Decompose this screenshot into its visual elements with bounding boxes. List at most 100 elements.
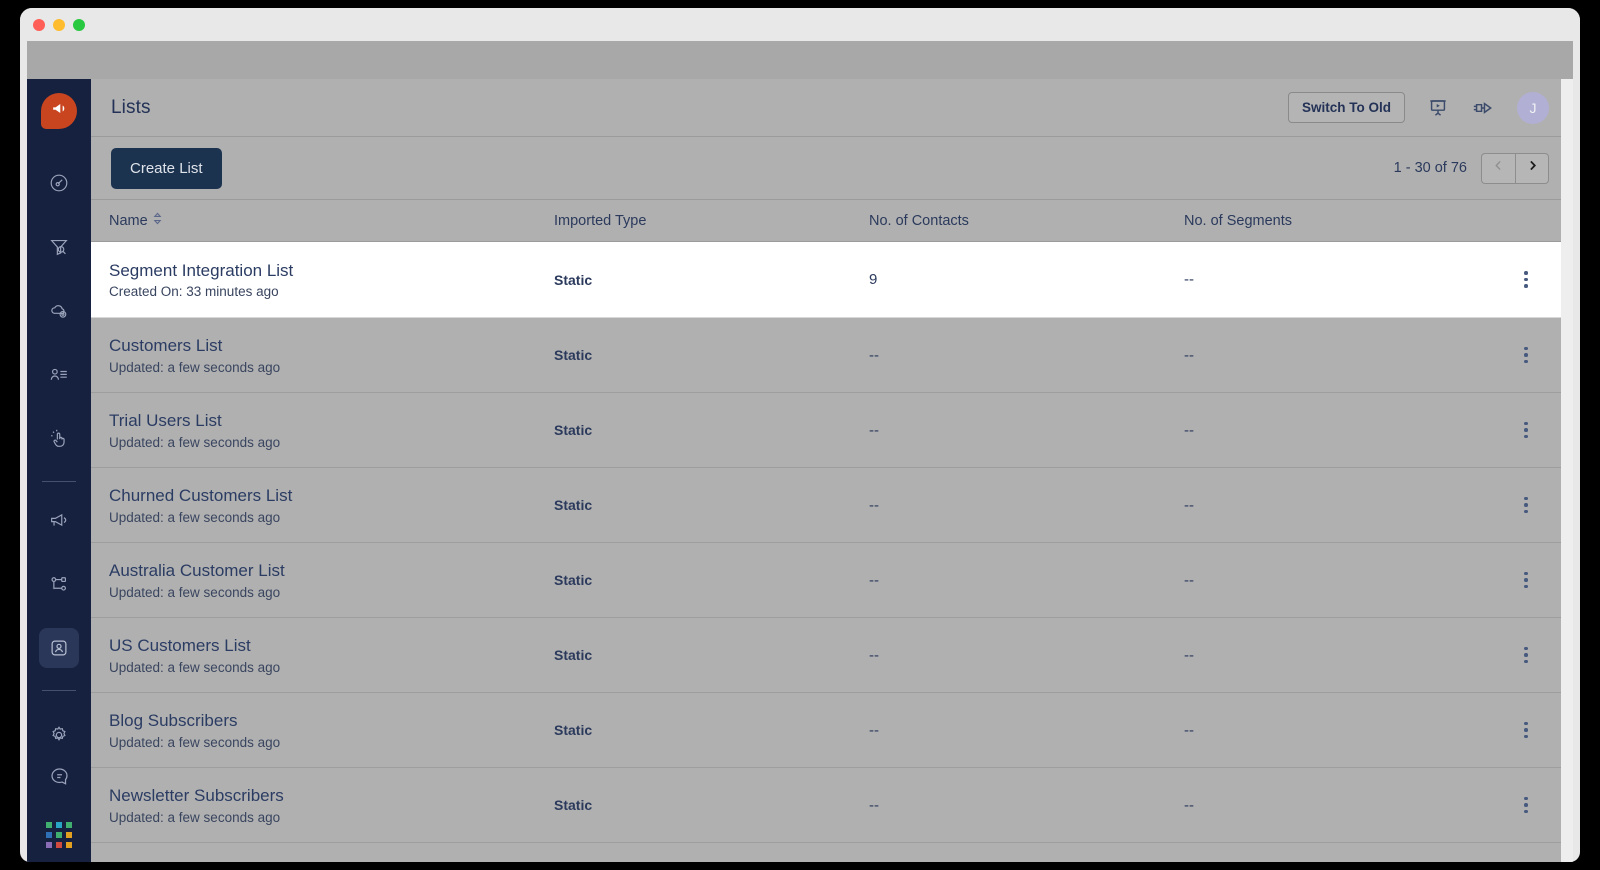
cell-actions: [1503, 791, 1549, 820]
create-list-button[interactable]: Create List: [111, 147, 222, 189]
kebab-menu-icon[interactable]: [1516, 641, 1536, 670]
list-meta: Updated: a few seconds ago: [109, 509, 281, 525]
funnel-search-icon: [48, 236, 70, 258]
sidebar-bottom-group: [27, 744, 91, 854]
cell-no-of-segments: --: [1184, 571, 1194, 589]
list-meta: Updated: a few seconds ago: [109, 809, 281, 825]
list-name: US Customers List: [109, 636, 251, 656]
sidebar-item-support-chat[interactable]: [39, 756, 79, 796]
cell-no-of-segments: --: [1184, 796, 1194, 814]
switch-to-old-button[interactable]: Switch To Old: [1288, 92, 1405, 123]
sidebar-item-audience[interactable]: [39, 628, 79, 668]
table-row[interactable]: Blog Subscribers Updated: a few seconds a…: [91, 693, 1573, 768]
sidebar-item-funnels[interactable]: [39, 227, 79, 267]
cell-imported-type: Static: [554, 347, 593, 363]
cell-actions: [1503, 641, 1549, 670]
sidebar-divider-2: [42, 690, 76, 691]
cell-name[interactable]: Blog Subscribers Updated: a few seconds a…: [109, 710, 554, 749]
sidebar-item-integrations[interactable]: [39, 291, 79, 331]
kebab-menu-icon[interactable]: [1516, 491, 1536, 520]
column-header-no-of-segments: No. of Segments: [1184, 212, 1292, 229]
list-name: Newsletter Subscribers: [109, 786, 284, 806]
sidebar-item-contacts-feed[interactable]: [39, 355, 79, 395]
kebab-menu-icon[interactable]: [1516, 341, 1536, 370]
cell-no-of-segments: --: [1184, 421, 1194, 439]
table-row[interactable]: Customers List Updated: a few seconds ago…: [91, 318, 1573, 393]
cell-no-of-segments: --: [1184, 721, 1194, 739]
list-name: Blog Subscribers: [109, 711, 238, 731]
cell-name[interactable]: Newsletter Subscribers Updated: a few sec…: [109, 785, 554, 824]
list-meta: Updated: a few seconds ago: [109, 734, 281, 750]
table-row[interactable]: Trial Users List Updated: a few seconds a…: [91, 393, 1573, 468]
cloud-gear-icon: [48, 300, 70, 322]
maximize-window-button[interactable]: [73, 18, 85, 31]
vertical-scrollbar[interactable]: [1561, 79, 1573, 862]
table-row[interactable]: US Customers List Updated: a few seconds …: [91, 618, 1573, 693]
list-meta: Updated: a few seconds ago: [109, 359, 281, 375]
presentation-screen-icon[interactable]: [1427, 97, 1449, 119]
cell-name[interactable]: Churned Customers List Updated: a few sec…: [109, 485, 554, 524]
sidebar-item-dashboard[interactable]: [39, 163, 79, 203]
cell-no-of-segments: --: [1184, 646, 1194, 664]
minimize-window-button[interactable]: [53, 18, 65, 31]
header-actions: Switch To Old J: [1288, 91, 1549, 124]
brand-logo[interactable]: [41, 93, 77, 129]
pagination-next-button[interactable]: [1515, 152, 1549, 184]
pagination-label: 1 - 30 of 76: [1393, 160, 1467, 176]
kebab-menu-icon[interactable]: [1516, 265, 1536, 294]
table-row[interactable]: Australia Customer List Updated: a few se…: [91, 543, 1573, 618]
cell-name[interactable]: Trial Users List Updated: a few seconds a…: [109, 410, 554, 449]
megaphone-brand-icon: [50, 99, 69, 123]
click-hand-icon: [48, 428, 70, 450]
gear-icon: [48, 724, 70, 746]
cell-actions: [1503, 716, 1549, 745]
table-row[interactable]: Segment Integration List Created On: 33 m…: [91, 242, 1573, 318]
pagination-prev-button[interactable]: [1481, 152, 1515, 184]
left-sidebar: [27, 79, 91, 862]
cell-no-of-contacts: --: [869, 721, 879, 739]
cell-no-of-contacts: --: [869, 421, 879, 439]
chevron-left-icon: [1492, 159, 1505, 177]
sidebar-item-journeys[interactable]: [39, 564, 79, 604]
cell-imported-type: Static: [554, 647, 593, 663]
column-header-name[interactable]: Name: [109, 212, 554, 229]
sidebar-item-events[interactable]: [39, 419, 79, 459]
kebab-menu-icon[interactable]: [1516, 791, 1536, 820]
cell-no-of-contacts: 9: [869, 271, 878, 288]
cell-actions: [1503, 566, 1549, 595]
cell-imported-type: Static: [554, 271, 593, 288]
table-row[interactable]: Newsletter Subscribers Updated: a few sec…: [91, 768, 1573, 843]
cell-name[interactable]: Customers List Updated: a few seconds ago: [109, 335, 554, 374]
cell-actions: [1503, 341, 1549, 370]
list-name: Trial Users List: [109, 411, 222, 431]
page-title: Lists: [111, 96, 151, 118]
cell-name[interactable]: US Customers List Updated: a few seconds …: [109, 635, 554, 674]
table-body: Segment Integration List Created On: 33 m…: [91, 242, 1573, 843]
cell-no-of-contacts: --: [869, 571, 879, 589]
pagination: 1 - 30 of 76: [1393, 152, 1549, 184]
cell-no-of-segments: --: [1184, 496, 1194, 514]
cell-name[interactable]: Segment Integration List Created On: 33 m…: [109, 260, 554, 299]
list-meta: Updated: a few seconds ago: [109, 584, 281, 600]
cell-imported-type: Static: [554, 722, 593, 738]
cell-no-of-contacts: --: [869, 346, 879, 364]
kebab-menu-icon[interactable]: [1516, 416, 1536, 445]
plug-icon[interactable]: [1471, 97, 1495, 119]
kebab-menu-icon[interactable]: [1516, 716, 1536, 745]
window-titlebar: [20, 8, 1580, 41]
workflow-nodes-icon: [48, 573, 70, 595]
user-avatar[interactable]: J: [1517, 91, 1549, 124]
table-row[interactable]: Churned Customers List Updated: a few sec…: [91, 468, 1573, 543]
list-meta: Updated: a few seconds ago: [109, 659, 281, 675]
kebab-menu-icon[interactable]: [1516, 566, 1536, 595]
sidebar-item-campaigns[interactable]: [39, 500, 79, 540]
pagination-buttons: [1481, 152, 1549, 184]
cell-name[interactable]: Australia Customer List Updated: a few se…: [109, 560, 554, 599]
close-window-button[interactable]: [33, 18, 45, 31]
cell-imported-type: Static: [554, 797, 593, 813]
cell-actions: [1503, 491, 1549, 520]
cell-no-of-segments: --: [1184, 271, 1194, 288]
bullhorn-icon: [48, 509, 70, 531]
cell-imported-type: Static: [554, 572, 593, 588]
app-grid-icon[interactable]: [46, 822, 72, 848]
